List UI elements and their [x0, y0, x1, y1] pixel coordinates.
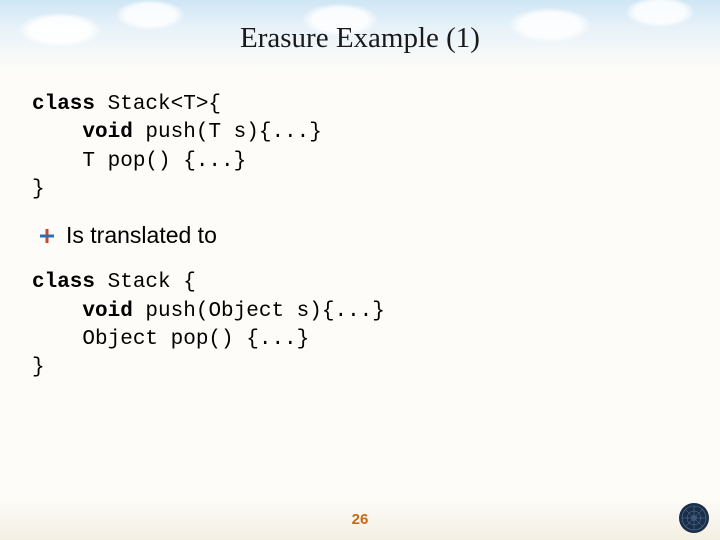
- footer: 26: [0, 498, 720, 540]
- code-text: }: [32, 356, 45, 379]
- page-number: 26: [352, 511, 369, 528]
- code-text: T pop() {...}: [32, 150, 246, 173]
- slide: Erasure Example (1) class Stack<T>{ void…: [0, 0, 720, 540]
- code-text: push(T s){...}: [133, 121, 322, 144]
- bullet-item: Is translated to: [40, 222, 688, 249]
- keyword-void: void: [32, 121, 133, 144]
- code-text: Stack {: [95, 271, 196, 294]
- code-text: push(Object s){...}: [133, 300, 385, 323]
- seal-logo-icon: [678, 502, 710, 534]
- bullet-text: Is translated to: [66, 222, 217, 249]
- keyword-class: class: [32, 271, 95, 294]
- slide-title: Erasure Example (1): [0, 0, 720, 73]
- code-text: Stack<T>{: [95, 93, 221, 116]
- code-block-after: class Stack { void push(Object s){...} O…: [32, 269, 688, 382]
- plus-bullet-icon: [40, 229, 54, 243]
- code-block-before: class Stack<T>{ void push(T s){...} T po…: [32, 91, 688, 204]
- keyword-void: void: [32, 300, 133, 323]
- keyword-class: class: [32, 93, 95, 116]
- slide-content: class Stack<T>{ void push(T s){...} T po…: [0, 73, 720, 383]
- code-text: }: [32, 178, 45, 201]
- code-text: Object pop() {...}: [32, 328, 309, 351]
